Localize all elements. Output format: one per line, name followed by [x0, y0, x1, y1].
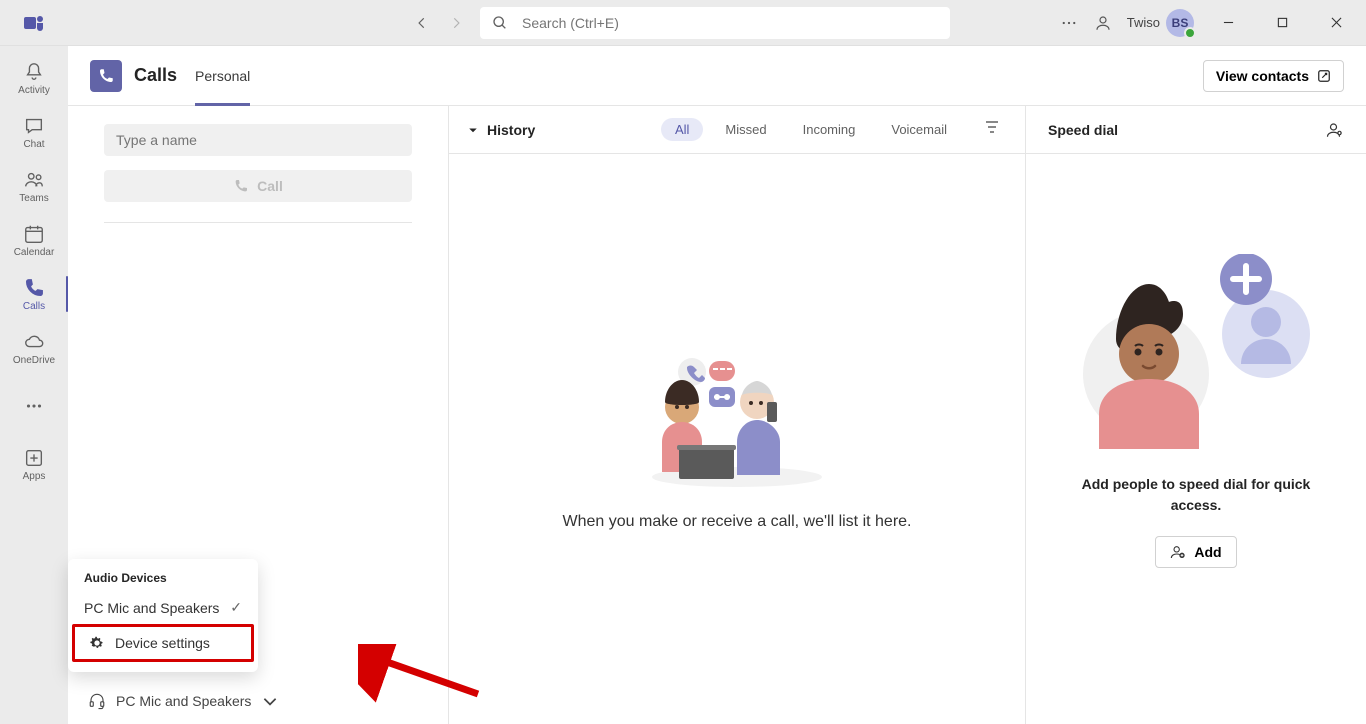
search-icon	[492, 15, 508, 31]
rail-calendar[interactable]: Calendar	[0, 214, 68, 266]
empty-history-message: When you make or receive a call, we'll l…	[563, 513, 912, 531]
filter-missed[interactable]: Missed	[711, 118, 780, 141]
page-header: Calls Personal View contacts	[68, 46, 1366, 106]
popup-title: Audio Devices	[68, 571, 258, 591]
cloud-icon	[23, 331, 45, 353]
gear-icon	[89, 635, 105, 651]
nav-forward-button[interactable]	[442, 9, 470, 37]
user-avatar[interactable]: BS	[1166, 9, 1194, 37]
rail-activity[interactable]: Activity	[0, 52, 68, 104]
history-header: History All Missed Incoming Voicemail	[449, 106, 1025, 154]
rail-onedrive[interactable]: OneDrive	[0, 322, 68, 374]
annotation-highlight: Device settings	[72, 624, 254, 662]
empty-history-illustration	[637, 347, 837, 487]
call-button[interactable]: Call	[104, 170, 412, 202]
filter-all[interactable]: All	[661, 118, 703, 141]
filter-incoming[interactable]: Incoming	[789, 118, 870, 141]
dialer-panel: Call Audio Devices PC Mic and Speakers ✓…	[68, 106, 448, 724]
chevron-down-icon	[261, 692, 279, 710]
title-bar: Twiso BS	[0, 0, 1366, 46]
rail-apps[interactable]: Apps	[0, 438, 68, 490]
speed-dial-title: Speed dial	[1048, 122, 1118, 138]
page-title: Calls	[134, 65, 177, 86]
popup-device-option[interactable]: PC Mic and Speakers ✓	[68, 591, 258, 624]
add-speed-dial-button[interactable]: Add	[1155, 536, 1236, 568]
more-options-icon[interactable]	[1059, 13, 1079, 33]
phone-icon	[233, 178, 249, 194]
app-rail: Activity Chat Teams Calendar Calls OneDr…	[0, 46, 68, 724]
audio-devices-popup: Audio Devices PC Mic and Speakers ✓ Devi…	[68, 559, 258, 672]
speed-dial-message: Add people to speed dial for quick acces…	[1076, 474, 1316, 516]
current-device-button[interactable]: PC Mic and Speakers	[88, 692, 279, 710]
device-settings-button[interactable]: Device settings	[75, 627, 251, 659]
ellipsis-icon	[23, 395, 45, 417]
speed-dial-panel: Speed dial	[1026, 106, 1366, 724]
divider	[104, 222, 412, 223]
filter-voicemail[interactable]: Voicemail	[877, 118, 961, 141]
calendar-icon	[23, 223, 45, 245]
calls-badge-icon	[90, 60, 122, 92]
window-maximize-button[interactable]	[1262, 8, 1302, 38]
bell-icon	[23, 61, 45, 83]
user-account[interactable]: Twiso BS	[1127, 9, 1194, 37]
people-icon[interactable]	[1093, 13, 1113, 33]
view-contacts-button[interactable]: View contacts	[1203, 60, 1344, 92]
filter-icon[interactable]	[977, 119, 1007, 140]
teams-icon	[23, 169, 45, 191]
presence-available-icon	[1184, 27, 1196, 39]
chevron-down-icon[interactable]	[467, 124, 479, 136]
search-box[interactable]	[480, 7, 950, 39]
user-name-label: Twiso	[1127, 15, 1160, 30]
name-input[interactable]	[104, 124, 412, 156]
chat-icon	[23, 115, 45, 137]
check-icon: ✓	[230, 599, 242, 616]
rail-teams[interactable]: Teams	[0, 160, 68, 212]
phone-icon	[23, 277, 45, 299]
rail-chat[interactable]: Chat	[0, 106, 68, 158]
add-contact-icon[interactable]	[1326, 121, 1344, 139]
window-minimize-button[interactable]	[1208, 8, 1248, 38]
history-title: History	[487, 122, 535, 138]
tab-personal[interactable]: Personal	[195, 46, 250, 106]
external-link-icon	[1317, 69, 1331, 83]
speed-dial-illustration	[1081, 254, 1311, 454]
nav-back-button[interactable]	[408, 9, 436, 37]
history-panel: History All Missed Incoming Voicemail	[448, 106, 1026, 724]
search-input[interactable]	[522, 15, 938, 31]
rail-calls[interactable]: Calls	[0, 268, 68, 320]
teams-logo	[0, 11, 68, 35]
headset-icon	[88, 692, 106, 710]
add-person-icon	[1170, 544, 1186, 560]
window-close-button[interactable]	[1316, 8, 1356, 38]
rail-more[interactable]	[0, 380, 68, 432]
apps-icon	[23, 447, 45, 469]
